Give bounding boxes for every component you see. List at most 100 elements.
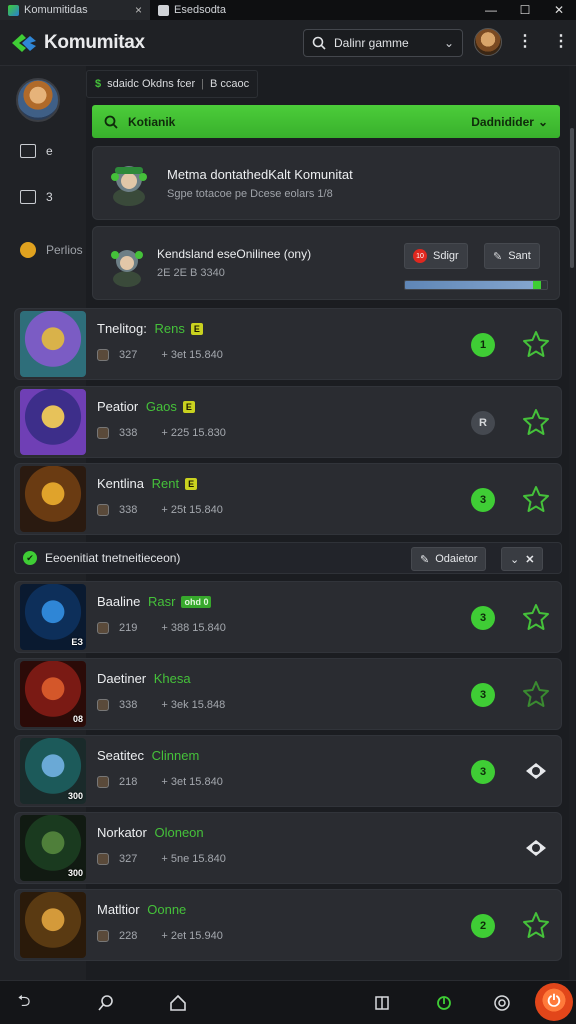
rail-item-edit[interactable]: e (20, 144, 53, 158)
game-tag-badge: E (182, 400, 195, 413)
game-row[interactable]: Tnelitog: Rens E 327 + 3et 15.840 1 (14, 308, 562, 380)
minimize-button[interactable]: — (474, 0, 508, 20)
game-title-accent: Clinnem (151, 748, 200, 763)
more-menu-icon[interactable]: ⋮ (517, 34, 533, 50)
game-row[interactable]: 300 Norkator Oloneon 327 + 5ne 15.840 (14, 812, 562, 884)
game-title[interactable]: Daetiner Khesa (97, 671, 191, 686)
game-thumbnail[interactable] (20, 466, 86, 532)
app-logo[interactable]: Komumitax (10, 32, 145, 54)
check-icon: ✔ (23, 551, 37, 565)
settings-icon[interactable] (492, 993, 512, 1013)
progress-fill (405, 281, 542, 289)
game-thumbnail[interactable]: ЕЗ (20, 584, 86, 650)
scrollbar[interactable] (569, 66, 575, 980)
game-tag-badge: ohd 0 (181, 595, 212, 608)
record-icon: 10 (413, 249, 427, 263)
back-icon[interactable]: ⮌ (14, 993, 34, 1013)
chevron-down-icon[interactable]: ⌄ (444, 36, 454, 50)
record-fab-button[interactable]: ⏻ (535, 983, 573, 1021)
bottom-nav: ⮌ (0, 980, 576, 1024)
rail-item-inbox[interactable]: 3 (20, 190, 53, 204)
mascot-icon (111, 250, 143, 287)
game-meta: 338 + 225 15.830 (97, 427, 226, 439)
game-thumbnail[interactable]: 08 (20, 661, 86, 727)
filter-dropdown-label: Dadnidider (471, 114, 534, 129)
edit-button[interactable]: ✎ Sant (484, 243, 540, 269)
game-row[interactable]: Kentlina Rent E 338 + 25t 15.840 3 (14, 463, 562, 535)
game-thumbnail[interactable] (20, 892, 86, 958)
rail-item-profile[interactable]: Perlios (20, 242, 83, 258)
start-button[interactable]: 10 Sdigr (404, 243, 468, 269)
game-title-text: Seatitec (97, 748, 144, 763)
close-window-button[interactable]: ✕ (542, 0, 576, 20)
breadcrumb-text[interactable]: sdaidc Okdns fcer (107, 78, 195, 90)
view-icon[interactable] (521, 833, 551, 863)
game-meta: 327 + 3et 15.840 (97, 349, 223, 361)
player-icon (97, 776, 109, 788)
game-row[interactable]: Matltior Oonne 228 + 2et 15.940 2 (14, 889, 562, 961)
game-title[interactable]: Baaline Rasr ohd 0 (97, 594, 212, 609)
view-icon[interactable] (521, 756, 551, 786)
browser-tab-active[interactable]: Komumitidas × (0, 0, 150, 20)
game-title[interactable]: Peatior Gaos E (97, 399, 195, 414)
game-row[interactable]: 300 Seatitec Clinnem 218 + 3et 15.840 3 (14, 735, 562, 807)
status-badge[interactable]: 3 (471, 488, 495, 512)
community-card[interactable]: Metma dontathedKalt Komunitat Sgpe totac… (92, 146, 560, 220)
favorite-star-icon[interactable] (521, 484, 551, 514)
game-title[interactable]: Tnelitog: Rens E (97, 321, 203, 336)
game-title-accent: Rens (154, 321, 185, 336)
game-title[interactable]: Norkator Oloneon (97, 825, 204, 840)
game-title-accent: Rasr (148, 594, 176, 609)
home-icon[interactable] (168, 993, 188, 1013)
user-avatar[interactable] (474, 28, 502, 56)
game-title[interactable]: Matltior Oonne (97, 902, 186, 917)
game-tag-badge: E (185, 477, 198, 490)
overflow-menu-icon[interactable]: ⋮ (553, 34, 569, 50)
game-search-field[interactable]: Dalinr gamme ⌄ (303, 29, 463, 57)
status-badge[interactable]: R (471, 411, 495, 435)
rail-item-label: 3 (46, 190, 53, 204)
status-badge[interactable]: 2 (471, 914, 495, 938)
game-thumbnail[interactable] (20, 389, 86, 455)
pencil-icon: ✎ (493, 250, 503, 263)
favorite-star-icon[interactable] (521, 407, 551, 437)
status-badge[interactable]: 1 (471, 333, 495, 357)
section-edit-button[interactable]: ✎ Odaietor (411, 547, 487, 571)
browser-tab[interactable]: Esedsodta (150, 0, 234, 20)
app-header: Komumitax Dalinr gamme ⌄ ⋮ ⋮ (0, 20, 576, 66)
game-thumbnail[interactable]: 300 (20, 738, 86, 804)
favorite-star-icon[interactable] (521, 329, 551, 359)
power-icon[interactable] (434, 993, 454, 1013)
game-row[interactable]: 08 Daetiner Khesa 338 + 3ek 15.848 3 (14, 658, 562, 730)
status-badge[interactable]: 3 (471, 683, 495, 707)
game-meta-stats: + 2et 15.940 (161, 930, 223, 942)
status-badge[interactable]: 3 (471, 606, 495, 630)
favorite-star-icon[interactable] (521, 910, 551, 940)
game-thumbnail[interactable] (20, 311, 86, 377)
maximize-button[interactable]: ☐ (508, 0, 542, 20)
game-meta-count: 327 (119, 853, 138, 865)
favorite-star-icon[interactable] (521, 679, 551, 709)
game-tag-badge: E (190, 322, 203, 335)
game-meta: 228 + 2et 15.940 (97, 930, 223, 942)
filter-dropdown[interactable]: Dadnidider ⌄ (471, 115, 548, 129)
game-title[interactable]: Seatitec Clinnem (97, 748, 199, 763)
filter-bar[interactable]: Kotianik Dadnidider ⌄ (92, 105, 560, 138)
game-row[interactable]: ЕЗ Baaline Rasr ohd 0 219 + 388 15.840 3 (14, 581, 562, 653)
close-tab-icon[interactable]: × (135, 3, 142, 17)
level-badge: 08 (72, 714, 83, 724)
game-title[interactable]: Kentlina Rent E (97, 476, 198, 491)
scrollbar-thumb[interactable] (570, 128, 574, 268)
game-thumbnail[interactable]: 300 (20, 815, 86, 881)
favorite-star-icon[interactable] (521, 602, 551, 632)
section-edit-label: Odaietor (435, 553, 478, 565)
tabs-icon[interactable] (372, 993, 392, 1013)
game-meta-count: 327 (119, 349, 138, 361)
game-row[interactable]: Peatior Gaos E 338 + 225 15.830 R (14, 386, 562, 458)
search-icon[interactable] (96, 993, 116, 1013)
profile-avatar[interactable] (16, 78, 60, 122)
game-title-accent: Khesa (153, 671, 191, 686)
section-collapse-button[interactable]: ⌄ ✕ (501, 547, 544, 571)
breadcrumb-tail[interactable]: B ccaoc (210, 78, 249, 90)
status-badge[interactable]: 3 (471, 760, 495, 784)
